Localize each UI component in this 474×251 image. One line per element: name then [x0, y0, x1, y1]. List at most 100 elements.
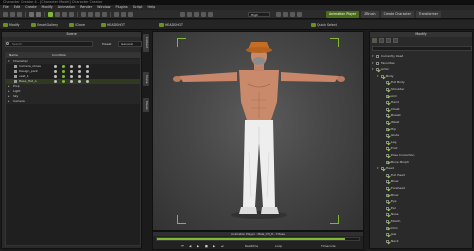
lock-icon[interactable] — [70, 70, 73, 73]
morph-checkbox[interactable] — [386, 127, 389, 131]
timecode-display[interactable]: Timecode — [321, 243, 336, 249]
morph-checkbox[interactable] — [386, 233, 389, 237]
move-tool-icon[interactable] — [55, 12, 60, 17]
visible-icon[interactable] — [54, 70, 57, 73]
grid-icon[interactable] — [128, 12, 133, 17]
redo-icon[interactable] — [36, 12, 41, 17]
realtime-toggle[interactable]: Realtime — [245, 243, 258, 249]
visible-icon[interactable] — [54, 75, 57, 78]
xray-icon[interactable] — [194, 12, 199, 17]
scene-tree-row[interactable]: ▸ Camera — [6, 99, 140, 104]
column-condition[interactable]: Condition — [52, 53, 66, 58]
morph-checkbox[interactable] — [376, 61, 379, 65]
scale-tool-icon[interactable] — [69, 12, 74, 17]
new-project-icon[interactable] — [3, 12, 8, 17]
morph-tab-icon[interactable] — [379, 38, 384, 43]
timeline-track[interactable] — [156, 237, 360, 241]
morph-checkbox[interactable] — [386, 94, 389, 98]
screenshot-icon[interactable] — [283, 12, 288, 17]
skip-end-icon[interactable]: ⏭ — [221, 243, 224, 249]
save-project-icon[interactable] — [17, 12, 22, 17]
freeze-icon[interactable] — [62, 80, 65, 83]
prev-frame-icon[interactable]: ◀ — [189, 243, 191, 249]
chevron-down-icon[interactable]: ▾ — [372, 61, 374, 66]
stop-icon[interactable]: ■ — [205, 243, 208, 249]
scene-search-input[interactable]: Search — [5, 41, 93, 47]
next-frame-icon[interactable]: ▶ — [213, 243, 215, 249]
morph-checkbox[interactable] — [386, 114, 389, 118]
shadow-icon[interactable] — [78, 80, 81, 83]
texture-icon[interactable] — [201, 12, 206, 17]
chevron-down-icon[interactable]: ▾ — [377, 166, 379, 171]
quick-select-button[interactable]: Quick Select — [310, 22, 339, 28]
lock-icon[interactable] — [70, 80, 73, 83]
morph-checkbox[interactable] — [386, 226, 389, 230]
morph-checkbox[interactable] — [376, 55, 379, 58]
morph-checkbox[interactable] — [386, 107, 389, 111]
motion-tab-icon[interactable] — [372, 38, 377, 43]
morph-checkbox[interactable] — [386, 134, 389, 138]
morph-checkbox[interactable] — [386, 180, 389, 184]
shadow-icon[interactable] — [78, 65, 81, 68]
chevron-down-icon[interactable]: ▾ — [372, 67, 374, 72]
settings-icon[interactable] — [290, 12, 295, 17]
select-tool-icon[interactable] — [48, 12, 53, 17]
morph-checkbox[interactable] — [386, 140, 389, 144]
cast-icon[interactable] — [86, 75, 89, 78]
morph-checkbox[interactable] — [386, 193, 389, 197]
shading-icon[interactable] — [180, 12, 185, 17]
morph-checkbox[interactable] — [386, 121, 389, 124]
attribute-tab-icon[interactable] — [393, 38, 398, 43]
cast-icon[interactable] — [86, 70, 89, 73]
character-model[interactable] — [153, 32, 364, 231]
orbit-icon[interactable] — [95, 12, 100, 17]
camera-icon[interactable] — [81, 12, 86, 17]
render-icon[interactable] — [114, 12, 119, 17]
morph-checkbox[interactable] — [386, 147, 389, 151]
modify-search-input[interactable] — [372, 46, 472, 51]
freeze-icon[interactable] — [62, 65, 65, 68]
shadow-icon[interactable] — [78, 75, 81, 78]
modify-toolbar-button[interactable]: Modify — [2, 22, 22, 28]
morph-checkbox[interactable] — [381, 167, 384, 171]
morph-checkbox[interactable] — [386, 160, 389, 164]
tab-animation-player[interactable]: Animation Player — [326, 11, 360, 18]
smartgallery-button[interactable]: SmartGallery — [30, 22, 60, 28]
wireframe-icon[interactable] — [187, 12, 192, 17]
morph-checkbox[interactable] — [386, 213, 389, 217]
cast-icon[interactable] — [86, 80, 89, 83]
preferences-icon[interactable] — [297, 12, 302, 17]
visible-icon[interactable] — [54, 80, 57, 83]
morph-checkbox[interactable] — [386, 81, 389, 85]
quality-dropdown[interactable]: High — [248, 12, 270, 17]
freeze-icon[interactable] — [62, 70, 65, 73]
open-project-icon[interactable] — [10, 12, 15, 17]
chevron-right-icon[interactable]: ▸ — [8, 99, 11, 104]
chevron-down-icon[interactable]: ▾ — [377, 74, 379, 79]
skip-start-icon[interactable]: ⏮ — [181, 243, 184, 249]
morph-checkbox[interactable] — [386, 200, 389, 204]
material-tab-icon[interactable] — [386, 38, 391, 43]
visible-icon[interactable] — [54, 65, 57, 68]
lock-icon[interactable] — [70, 75, 73, 78]
iclone-button[interactable]: iClone — [68, 22, 87, 28]
tab-create-character[interactable]: Create Character — [380, 11, 414, 18]
morph-checkbox[interactable] — [386, 220, 389, 223]
3d-viewport[interactable] — [152, 31, 364, 231]
morph-checkbox[interactable] — [386, 154, 389, 157]
morph-checkbox[interactable] — [386, 206, 389, 210]
material-icon[interactable] — [208, 12, 213, 17]
side-tab-visual[interactable]: Visual — [143, 98, 149, 112]
fullscreen-icon[interactable] — [276, 12, 281, 17]
chevron-down-icon[interactable]: ▾ — [372, 54, 374, 59]
morph-checkbox[interactable] — [386, 173, 389, 177]
preset-dropdown[interactable]: General — [118, 41, 142, 47]
morph-checkbox[interactable] — [386, 88, 389, 91]
undo-icon[interactable] — [29, 12, 34, 17]
zoom-icon[interactable] — [102, 12, 107, 17]
morph-checkbox[interactable] — [386, 187, 389, 190]
headshot-button[interactable]: HEADSHOT — [100, 22, 127, 28]
side-tab-content[interactable]: Content — [143, 34, 149, 52]
loop-toggle[interactable]: Loop — [275, 243, 282, 249]
morph-checkbox[interactable] — [386, 101, 389, 105]
